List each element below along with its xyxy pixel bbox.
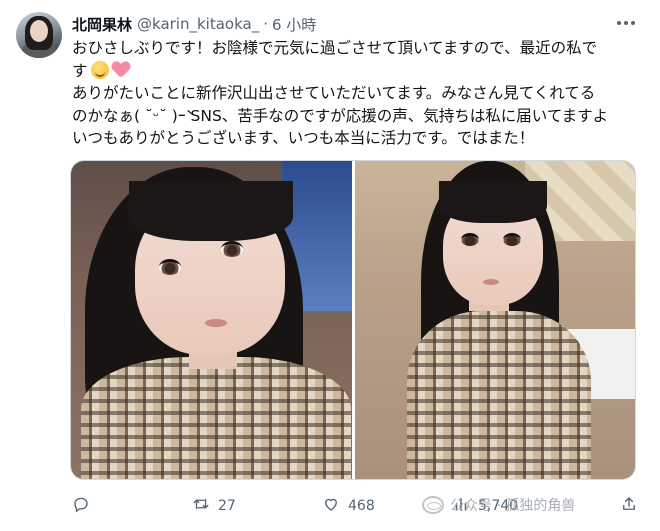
tweet-header: 北岡果林 @karin_kitaoka_ · 6 小時: [72, 14, 316, 34]
tweet[interactable]: 北岡果林 @karin_kitaoka_ · 6 小時 おひさしぶりです！お陰様…: [0, 0, 660, 531]
separator-dot: ·: [263, 15, 268, 33]
share-icon: [620, 495, 638, 517]
eye-shape: [159, 259, 181, 275]
avatar[interactable]: [16, 12, 62, 58]
share-button[interactable]: [620, 494, 638, 518]
tweet-line: す: [72, 61, 88, 80]
retweet-count: 27: [218, 498, 236, 514]
timestamp[interactable]: 6 小時: [272, 14, 316, 35]
watermark-text: 公众号 · 孤独的角兽: [450, 498, 576, 514]
like-count: 468: [348, 498, 375, 514]
like-button[interactable]: 468: [322, 494, 375, 518]
tweet-line: ありがたいことに新作沢山出させていただいてます。みなさん見てくれてる: [72, 84, 596, 102]
retweet-icon: [192, 495, 210, 517]
eye-shape: [502, 233, 521, 246]
tweet-line: いつもありがとうございます、いつも本当に活力です。ではまた！: [72, 129, 535, 147]
tweet-line: のかなぁ( ˘ᵕ˘ )ｰ̀ SNS、苦手なのですが応援の声、気持ちは私に届いてま…: [72, 106, 609, 125]
lips-shape: [482, 279, 499, 285]
more-dot: [624, 21, 628, 25]
tweet-text: おひさしぶりです！お陰様で元気に過ごさせて頂いてますので、最近の私で す ありが…: [72, 37, 650, 150]
bangs-shape: [129, 181, 293, 241]
relieved-face-emoji: [90, 60, 109, 79]
heart-icon: [322, 495, 340, 517]
reply-icon: [72, 495, 90, 517]
wechat-logo-icon: [422, 496, 444, 514]
bangs-shape: [438, 181, 547, 223]
sweater-shape: [81, 357, 351, 479]
watermark: 公众号 · 孤独的角兽: [422, 492, 575, 518]
photo-right[interactable]: [354, 161, 635, 479]
tweet-line-with-emoji: す: [72, 60, 650, 83]
eye-shape: [460, 233, 479, 246]
more-dot: [617, 21, 621, 25]
pink-heart-emoji: [112, 62, 130, 78]
media-grid: [70, 160, 636, 480]
retweet-button[interactable]: 27: [192, 494, 236, 518]
tweet-line: おひさしぶりです！お陰様で元気に過ごさせて頂いてますので、最近の私で: [72, 39, 598, 57]
lips-shape: [205, 319, 227, 327]
avatar-face: [30, 20, 48, 42]
more-icon[interactable]: [614, 14, 638, 32]
sweater-shape: [406, 311, 591, 479]
reply-button[interactable]: [72, 494, 98, 518]
display-name[interactable]: 北岡果林: [72, 14, 132, 35]
photo-left[interactable]: [71, 161, 352, 479]
eye-shape: [221, 241, 243, 257]
user-handle[interactable]: @karin_kitaoka_: [137, 15, 259, 33]
more-dot: [631, 21, 635, 25]
